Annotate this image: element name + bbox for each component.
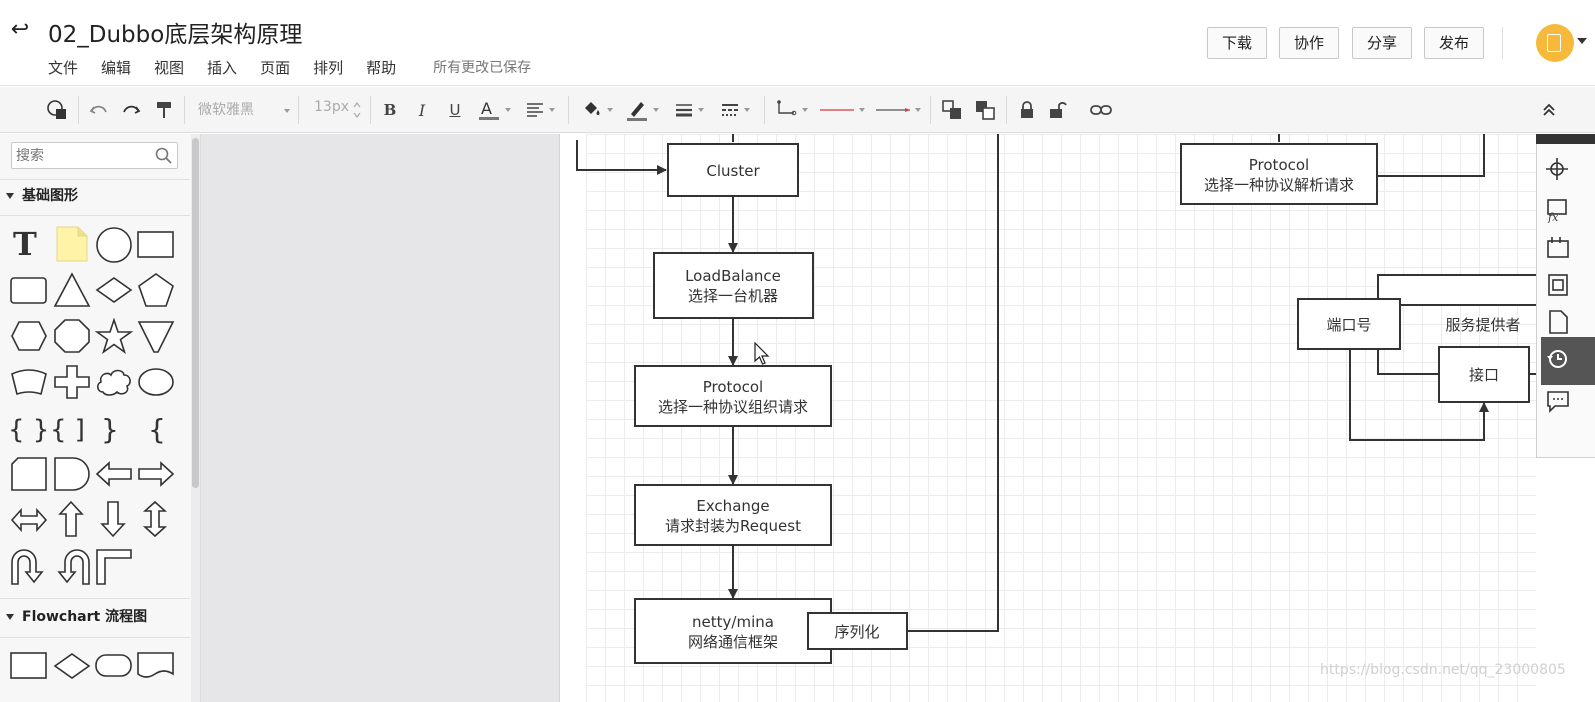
font-size-input[interactable]: 13px: [314, 99, 349, 115]
line-style-icon[interactable]: [716, 98, 754, 122]
toolbar-separator: [930, 96, 931, 124]
toolbar-separator: [764, 96, 765, 124]
menu-file[interactable]: 文件: [48, 57, 78, 78]
format-painter-icon[interactable]: [153, 98, 175, 122]
menu-edit[interactable]: 编辑: [101, 57, 131, 78]
node-label: netty/mina: [692, 613, 774, 631]
svg-text:A: A: [481, 99, 492, 118]
history-icon[interactable]: [1545, 346, 1571, 372]
user-icon: [1547, 34, 1561, 52]
node-label: Protocol: [703, 378, 763, 396]
mouse-cursor-icon: [754, 342, 770, 365]
underline-icon[interactable]: U: [445, 98, 465, 122]
lock-icon[interactable]: [1016, 98, 1038, 122]
right-toolstrip-header: [1536, 134, 1595, 144]
font-family-select[interactable]: 微软雅黑: [198, 99, 254, 119]
end-arrow-icon[interactable]: [874, 98, 922, 122]
start-arrow-icon[interactable]: [818, 98, 866, 122]
toolbar: 微软雅黑 13px B I U A: [0, 87, 1595, 133]
menu-help[interactable]: 帮助: [366, 57, 396, 78]
publish-button[interactable]: 发布: [1424, 27, 1484, 59]
fill-color-icon[interactable]: [578, 98, 616, 122]
font-size-stepper[interactable]: [353, 101, 361, 119]
svg-text:fx: fx: [1547, 211, 1559, 223]
share-button[interactable]: 分享: [1352, 27, 1412, 59]
node-label: Exchange: [696, 497, 769, 515]
header-divider: [1502, 27, 1503, 59]
node-label: 序列化: [834, 623, 879, 641]
menu-view[interactable]: 视图: [154, 57, 184, 78]
node-sublabel: 选择一种协议解析请求: [1204, 176, 1354, 194]
line-width-icon[interactable]: [670, 98, 708, 122]
diagram: Cluster LoadBalance 选择一台机器 Protocol 选择一种…: [576, 134, 1536, 664]
connector[interactable]: [1377, 134, 1485, 177]
node-exchange[interactable]: Exchange 请求封装为Request: [634, 484, 832, 546]
connector[interactable]: [907, 134, 999, 632]
document-title[interactable]: 02_Dubbo底层架构原理: [48, 15, 302, 49]
connector-icon[interactable]: [774, 98, 810, 122]
provider-label: 服务提供者: [1445, 316, 1520, 334]
menu-arrange[interactable]: 排列: [313, 57, 343, 78]
node-protocol-client[interactable]: Protocol 选择一种协议组织请求: [634, 365, 832, 427]
node-loadbalance[interactable]: LoadBalance 选择一台机器: [653, 252, 814, 319]
collaborate-button[interactable]: 协作: [1279, 27, 1339, 59]
send-back-icon[interactable]: [973, 98, 997, 122]
file-icon[interactable]: [1545, 309, 1571, 335]
toolbar-separator: [370, 96, 371, 124]
node-label: Protocol: [1249, 156, 1309, 174]
align-icon[interactable]: [522, 98, 558, 122]
bring-front-icon[interactable]: [940, 98, 964, 122]
avatar-dropdown-icon[interactable]: [1577, 38, 1587, 44]
node-label: Cluster: [706, 162, 760, 180]
provider-container-fill: [1379, 276, 1536, 304]
redo-icon[interactable]: [120, 98, 142, 122]
node-label: 端口号: [1326, 316, 1371, 334]
font-family-value: 微软雅黑: [198, 102, 254, 118]
back-arrow-icon[interactable]: ↩: [6, 16, 34, 44]
header: ↩ 02_Dubbo底层架构原理 文件 编辑 视图 插入 页面 排列 帮助 所有…: [0, 0, 1595, 86]
node-serialize[interactable]: 序列化: [807, 612, 908, 650]
download-button[interactable]: 下载: [1207, 27, 1267, 59]
pages-icon[interactable]: [1545, 272, 1571, 298]
node-label: 接口: [1469, 366, 1499, 384]
node-sublabel: 选择一台机器: [688, 287, 778, 305]
toolbar-separator: [78, 96, 79, 124]
formula-icon[interactable]: fx: [1545, 197, 1571, 223]
watermark-text: https://blog.csdn.net/qq_23000805: [1320, 662, 1566, 678]
connector[interactable]: [1377, 350, 1438, 375]
node-sublabel: 网络通信框架: [688, 633, 778, 651]
collapse-icon[interactable]: [1538, 98, 1560, 122]
avatar[interactable]: [1536, 24, 1574, 62]
connector[interactable]: [576, 140, 667, 175]
toolbar-separator: [184, 96, 185, 124]
link-icon[interactable]: [1088, 98, 1114, 122]
chevron-down-icon[interactable]: [284, 109, 290, 113]
navigator-icon[interactable]: [1545, 156, 1571, 182]
node-cluster[interactable]: Cluster: [667, 143, 799, 197]
toolbar-separator: [568, 96, 569, 124]
bold-icon[interactable]: B: [380, 98, 400, 122]
node-sublabel: 请求封装为Request: [665, 517, 801, 535]
node-port[interactable]: 端口号: [1297, 298, 1401, 350]
toolbar-separator: [298, 96, 299, 124]
menubar: 文件 编辑 视图 插入 页面 排列 帮助 所有更改已保存: [48, 56, 531, 78]
line-color-icon[interactable]: [623, 98, 661, 122]
menu-page[interactable]: 页面: [260, 57, 290, 78]
page-setup-icon[interactable]: [1545, 235, 1571, 261]
comment-icon[interactable]: [1545, 388, 1571, 414]
node-protocol-server[interactable]: Protocol 选择一种协议解析请求: [1180, 143, 1378, 205]
style-icon[interactable]: [44, 98, 70, 122]
node-sublabel: 选择一种协议组织请求: [658, 398, 808, 416]
font-size-value: 13px: [314, 99, 349, 115]
node-label: LoadBalance: [685, 267, 781, 285]
unlock-icon[interactable]: [1047, 98, 1069, 122]
menu-insert[interactable]: 插入: [207, 57, 237, 78]
italic-icon[interactable]: I: [412, 98, 432, 122]
toolbar-separator: [1006, 96, 1007, 124]
node-interface[interactable]: 接口: [1438, 346, 1530, 403]
undo-icon[interactable]: [88, 98, 110, 122]
node-netty[interactable]: netty/mina 网络通信框架: [634, 598, 832, 664]
font-color-icon[interactable]: A: [476, 98, 512, 122]
save-status: 所有更改已保存: [433, 60, 532, 76]
